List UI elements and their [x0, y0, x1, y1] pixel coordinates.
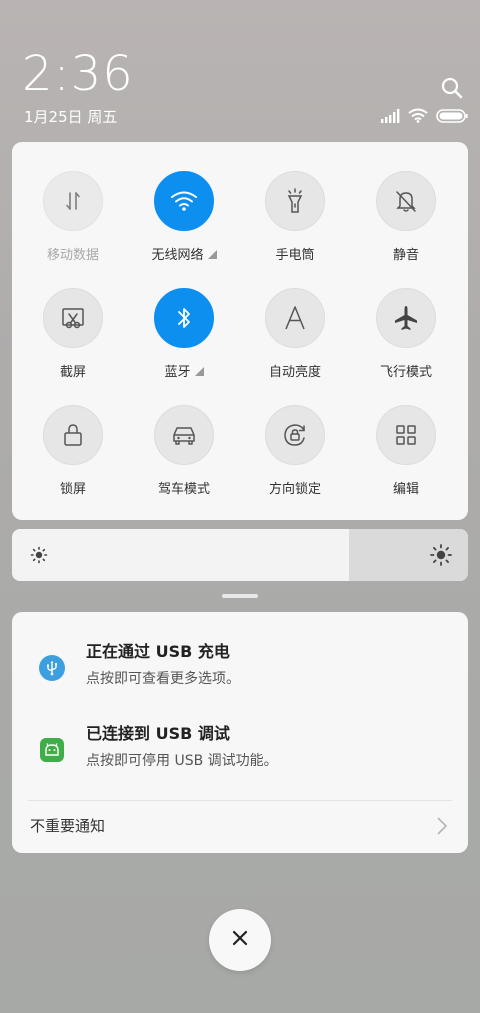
rotation-lock-icon — [265, 405, 325, 465]
tile-label: 驾车模式 — [134, 481, 234, 499]
tile-label: 方向锁定 — [245, 481, 345, 499]
tile-label: 截屏 — [23, 364, 123, 382]
tile-label-text: 驾车模式 — [157, 482, 210, 497]
status-icons — [380, 108, 468, 126]
tile-auto-brightness[interactable]: 自动亮度 — [245, 288, 345, 398]
tile-lock[interactable]: 锁屏 — [23, 405, 123, 515]
tile-flashlight[interactable]: 手电筒 — [245, 171, 345, 281]
grid-icon — [376, 405, 436, 465]
brightness-low-icon — [30, 546, 48, 568]
tile-label: 编辑 — [356, 481, 456, 499]
tile-label-text: 截屏 — [59, 365, 86, 380]
tile-label-text: 飞行模式 — [379, 365, 432, 380]
flashlight-icon — [265, 171, 325, 231]
tile-label-text: 编辑 — [392, 482, 419, 497]
car-icon — [154, 405, 214, 465]
tile-label: 无线网络 — [134, 247, 234, 265]
brightness-slider[interactable] — [12, 529, 468, 581]
tile-label-text: 静音 — [392, 248, 419, 263]
tile-grid[interactable]: 编辑 — [356, 405, 456, 515]
tile-label-text: 蓝牙 — [164, 365, 191, 380]
close-icon — [231, 929, 249, 951]
tile-label: 自动亮度 — [245, 364, 345, 382]
notification-title: 正在通过 USB 充电 — [86, 642, 230, 661]
tile-screenshot[interactable]: 截屏 — [23, 288, 123, 398]
bluetooth-icon — [154, 288, 214, 348]
chevron-right-icon — [436, 816, 448, 840]
search-icon[interactable] — [440, 76, 464, 100]
notification-usb-debugging[interactable]: 已连接到 USB 调试 点按即可停用 USB 调试功能。 — [12, 723, 468, 793]
tile-rotation-lock[interactable]: 方向锁定 — [245, 405, 345, 515]
tile-label: 手电筒 — [245, 247, 345, 265]
notification-text: 点按即可停用 USB 调试功能。 — [86, 753, 278, 769]
tile-label: 锁屏 — [23, 481, 123, 499]
divider — [28, 800, 452, 801]
tile-airplane[interactable]: 飞行模式 — [356, 288, 456, 398]
date: 1月25日 周五 — [24, 108, 118, 126]
tile-label-text: 无线网络 — [151, 248, 204, 263]
tile-label: 移动数据 — [23, 247, 123, 265]
tile-label: 蓝牙 — [134, 364, 234, 382]
tile-label-text: 锁屏 — [59, 482, 86, 497]
tile-wifi[interactable]: 无线网络 — [134, 171, 234, 281]
battery-icon — [436, 108, 468, 127]
tile-car[interactable]: 驾车模式 — [134, 405, 234, 515]
tile-label-text: 移动数据 — [46, 248, 99, 263]
unimportant-label: 不重要通知 — [30, 817, 106, 835]
tile-label: 静音 — [356, 247, 456, 265]
quick-settings-panel: 移动数据 无线网络 手电筒 静音截屏 蓝牙 自动亮度 飞行模式锁屏 驾车模式 方向锁定 编辑 — [12, 142, 468, 520]
auto-brightness-icon — [265, 288, 325, 348]
tile-label: 飞行模式 — [356, 364, 456, 382]
tile-label-text: 自动亮度 — [268, 365, 321, 380]
lock-icon — [43, 405, 103, 465]
brightness-high-icon — [430, 544, 452, 570]
android-icon — [40, 738, 64, 762]
tile-label-text: 方向锁定 — [268, 482, 321, 497]
tile-bell-off[interactable]: 静音 — [356, 171, 456, 281]
clock: 2:36 — [22, 46, 134, 102]
signal-icon — [380, 108, 400, 127]
usb-icon — [39, 655, 65, 681]
unimportant-notifications[interactable]: 不重要通知 — [12, 808, 468, 848]
airplane-icon — [376, 288, 436, 348]
wifi-status-icon — [408, 108, 428, 127]
tile-mobile-data[interactable]: 移动数据 — [23, 171, 123, 281]
bell-off-icon — [376, 171, 436, 231]
notification-title: 已连接到 USB 调试 — [86, 724, 230, 743]
status-bar: 2:36 1月25日 周五 — [0, 0, 480, 140]
notification-panel: 正在通过 USB 充电 点按即可查看更多选项。 已连接到 USB 调试 点按即可… — [12, 612, 468, 853]
close-button[interactable] — [209, 909, 271, 971]
mobile-data-icon — [43, 171, 103, 231]
drag-handle[interactable] — [222, 594, 258, 598]
notification-text: 点按即可查看更多选项。 — [86, 671, 240, 687]
expand-indicator-icon — [207, 250, 217, 259]
wifi-icon — [154, 171, 214, 231]
notification-usb-charging[interactable]: 正在通过 USB 充电 点按即可查看更多选项。 — [12, 641, 468, 711]
screenshot-icon — [43, 288, 103, 348]
tile-label-text: 手电筒 — [275, 248, 315, 263]
tile-bluetooth[interactable]: 蓝牙 — [134, 288, 234, 398]
expand-indicator-icon — [194, 367, 204, 376]
